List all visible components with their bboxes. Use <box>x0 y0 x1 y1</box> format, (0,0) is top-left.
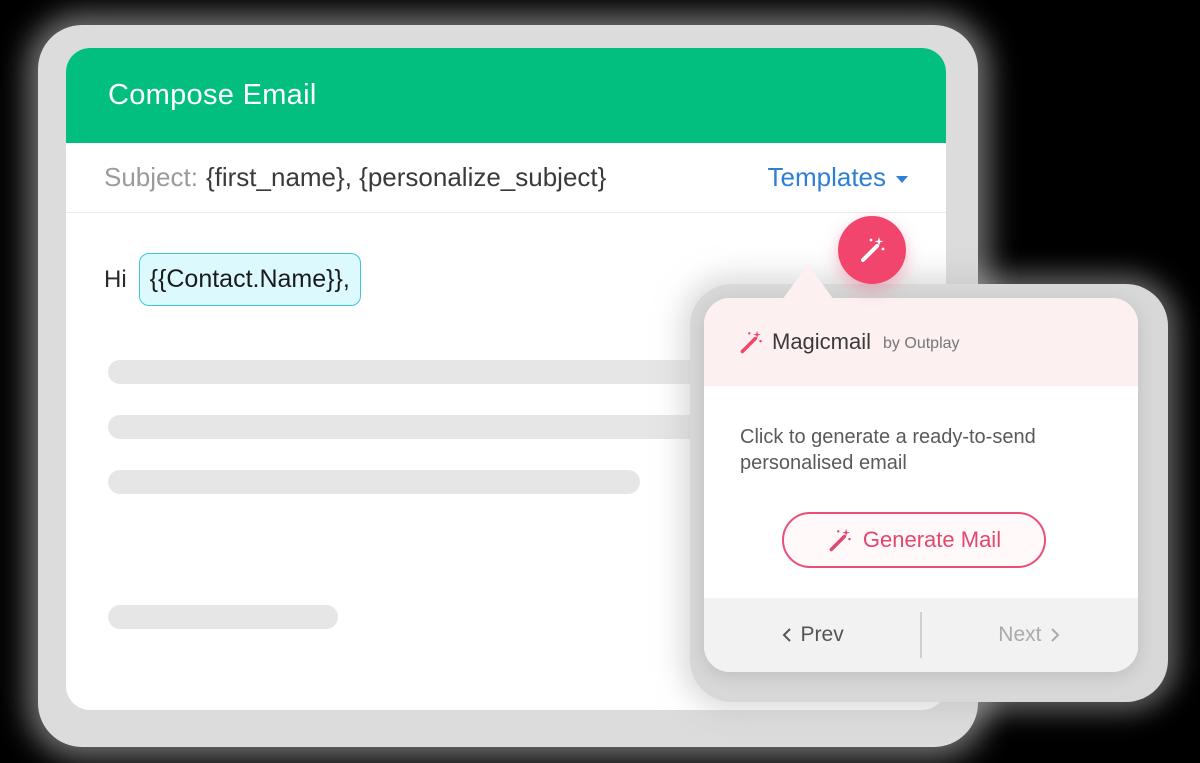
caret-down-icon <box>896 175 908 183</box>
compose-header: Compose Email <box>66 48 946 143</box>
placeholder-line <box>108 470 640 494</box>
chevron-left-icon <box>782 628 791 642</box>
popup-brand-name: Magicmail <box>772 329 872 354</box>
subject-label: Subject: <box>104 162 198 192</box>
popup-brand-suffix: by Outplay <box>883 335 960 352</box>
popup-header: Magicmail by Outplay <box>704 298 1138 386</box>
popup-footer: Prev Next <box>704 598 1138 672</box>
popup-pointer <box>782 264 834 300</box>
magic-wand-icon <box>740 330 762 354</box>
compose-title: Compose Email <box>108 79 317 111</box>
subject-input[interactable]: {first_name}, {personalize_subject} <box>206 162 606 193</box>
placeholder-line <box>108 360 748 384</box>
templates-label: Templates <box>767 162 887 192</box>
placeholder-line <box>108 605 338 629</box>
chevron-right-icon <box>1051 628 1060 642</box>
templates-dropdown[interactable]: Templates <box>767 162 908 193</box>
contact-name-token[interactable]: {{Contact.Name}}, <box>138 253 361 306</box>
email-greeting: Hi {{Contact.Name}}, <box>104 253 361 306</box>
magic-wand-icon <box>861 237 885 262</box>
generate-mail-label: Generate Mail <box>862 527 1002 552</box>
next-button[interactable]: Next <box>922 623 1138 647</box>
prev-button[interactable]: Prev <box>704 623 920 647</box>
prev-label: Prev <box>800 623 844 646</box>
next-label: Next <box>998 623 1042 646</box>
placeholder-line <box>108 415 748 439</box>
magic-wand-button[interactable] <box>838 216 906 284</box>
popup-description: Click to generate a ready-to-send person… <box>740 426 1036 474</box>
generate-mail-button[interactable]: Generate Mail <box>782 512 1046 568</box>
subject-row: Subject: {first_name}, {personalize_subj… <box>66 143 946 213</box>
greeting-text: Hi <box>104 265 127 293</box>
magicmail-popup: Magicmail by Outplay Click to generate a… <box>704 298 1138 672</box>
magic-wand-icon <box>829 528 851 552</box>
